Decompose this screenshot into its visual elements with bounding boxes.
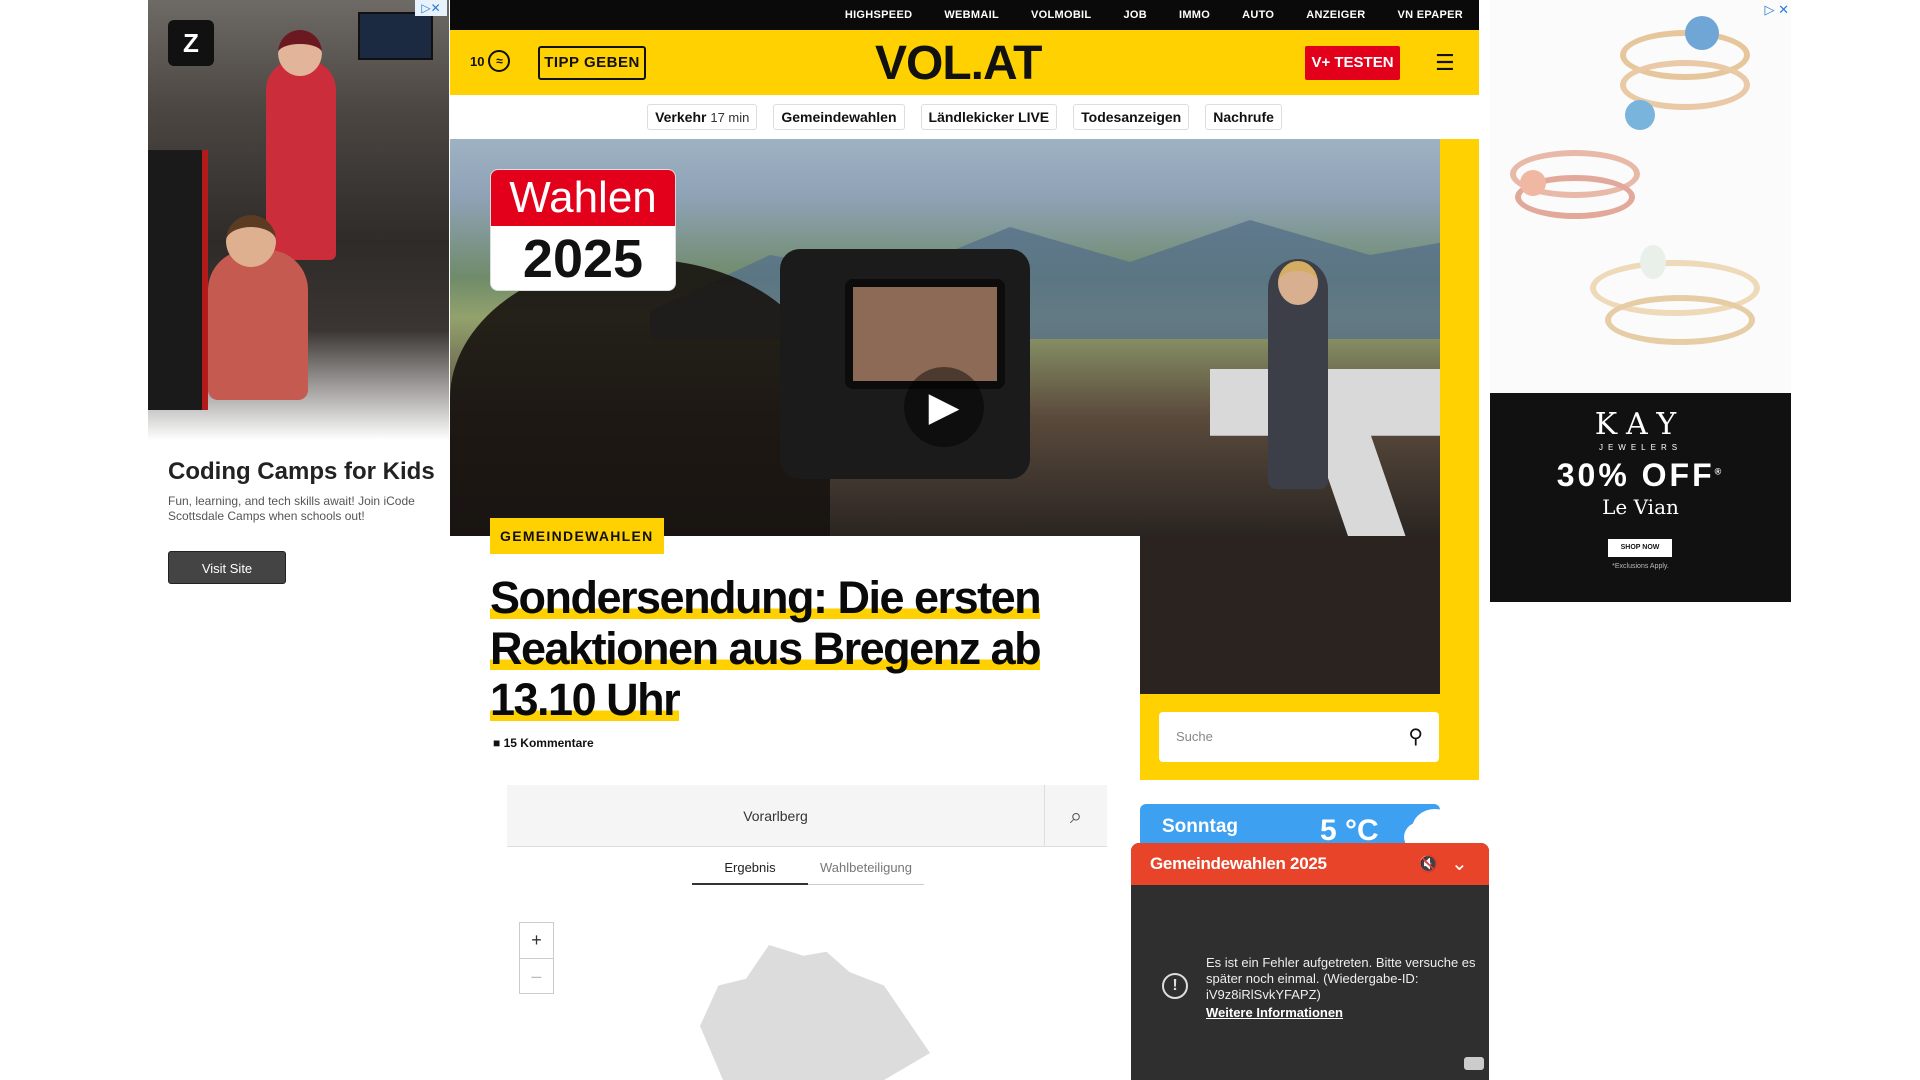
top-links-bar: HIGHSPEED WEBMAIL VOLMOBIL JOB IMMO AUTO… <box>450 0 1479 30</box>
error-message: Es ist ein Fehler aufgetreten. Bitte ver… <box>1206 955 1476 1002</box>
person-head-image <box>278 30 322 76</box>
search-icon[interactable]: ⚲ <box>1408 724 1423 749</box>
offer-text: 30% OFF® <box>1556 457 1725 493</box>
traffic-value: 17 min <box>710 110 750 125</box>
topbar-link-job[interactable]: JOB <box>1123 9 1147 21</box>
wahlen-2025-badge: Wahlen 2025 <box>490 169 676 291</box>
vplus-testen-button[interactable]: V+ TESTEN <box>1305 46 1400 80</box>
topbar-link-immo[interactable]: IMMO <box>1179 9 1210 21</box>
adchoices-icon[interactable]: ▷✕ <box>415 0 447 16</box>
ad-description: Fun, learning, and tech skills await! Jo… <box>168 494 415 523</box>
monitor-image <box>358 12 433 60</box>
nav-bar: Verkehr 17 min Gemeindewahlen Ländlekick… <box>450 95 1479 139</box>
comments-link[interactable]: ■ 15 Kommentare <box>493 736 594 750</box>
error-icon: ! <box>1162 973 1188 999</box>
nav-laendlekicker-live[interactable]: Ländlekicker LIVE <box>920 104 1058 130</box>
kid-image <box>208 250 308 400</box>
comments-count[interactable]: 15 Kommentare <box>504 736 594 750</box>
presenter-face-image <box>1278 261 1318 305</box>
tipp-geben-button[interactable]: TIPP GEBEN <box>538 46 646 80</box>
player-header: Gemeindewahlen 2025 🔇 ⌄ <box>1131 843 1489 885</box>
region-search[interactable]: Vorarlberg ⌕ <box>507 785 1107 847</box>
badge-top-text: Wahlen <box>491 170 675 226</box>
cameraman-image <box>450 259 830 536</box>
weather-widget[interactable]: 10 ≈ <box>470 50 511 72</box>
weather-day: Sonntag <box>1162 816 1238 837</box>
kay-panel[interactable]: KAY JEWELERS 30% OFF® Le Vian SHOP NOW *… <box>1490 393 1791 602</box>
map-zoom-controls: + – <box>519 922 554 994</box>
floating-video-player[interactable]: Gemeindewahlen 2025 🔇 ⌄ ! Es ist ein Feh… <box>1131 843 1489 1080</box>
icode-logo-icon: Z <box>168 20 214 66</box>
hero-video[interactable]: ▶ Wahlen 2025 <box>450 139 1440 536</box>
nav-nachrufe[interactable]: Nachrufe <box>1205 104 1282 130</box>
topbar-link-anzeiger[interactable]: ANZEIGER <box>1306 9 1365 21</box>
headline-text[interactable]: Sondersendung: Die ersten Reaktionen aus… <box>490 572 1042 725</box>
search-icon[interactable]: ⌕ <box>1044 785 1107 847</box>
topbar-link-webmail[interactable]: WEBMAIL <box>944 9 999 21</box>
tab-wahlbeteiligung[interactable]: Wahlbeteiligung <box>808 855 924 885</box>
rings-image[interactable] <box>1490 0 1791 393</box>
chair-image <box>148 150 208 410</box>
traffic-label: Verkehr <box>655 109 707 125</box>
zoom-in-button[interactable]: + <box>520 923 553 958</box>
sidebar-search[interactable]: Suche ⚲ <box>1159 712 1439 762</box>
chevron-down-icon[interactable]: ⌄ <box>1451 851 1468 876</box>
region-input[interactable]: Vorarlberg <box>507 785 1044 847</box>
visit-site-button[interactable]: Visit Site <box>168 551 286 584</box>
header-temperature: 10 <box>470 53 485 69</box>
mute-icon[interactable]: 🔇 <box>1418 854 1438 874</box>
search-input[interactable]: Suche <box>1176 729 1213 744</box>
player-title: Gemeindewahlen 2025 <box>1150 854 1327 873</box>
play-icon[interactable]: ▶ <box>904 367 984 447</box>
ad-photo[interactable] <box>148 0 449 440</box>
collection-name: Le Vian <box>1602 495 1679 519</box>
tab-ergebnis[interactable]: Ergebnis <box>692 855 808 885</box>
adchoices-icon[interactable]: ▷ ✕ <box>1764 2 1789 18</box>
topbar-link-volmobil[interactable]: VOLMOBIL <box>1031 9 1091 21</box>
brand-logo: KAY <box>1594 407 1687 442</box>
disclaimer-text: *Exclusions Apply. <box>1612 563 1669 570</box>
youtube-icon[interactable] <box>1464 1057 1484 1070</box>
main-header: 10 ≈ TIPP GEBEN VOL.AT V+ TESTEN ☰ <box>450 30 1479 95</box>
comment-icon: ■ <box>493 736 501 750</box>
left-ad[interactable]: Z ▷✕ Coding Camps for Kids Fun, learning… <box>148 0 449 598</box>
right-ad[interactable]: ▷ ✕ KAY JEWELERS 30% OFF® Le Vian SHOP N… <box>1490 0 1791 602</box>
site-logo[interactable]: VOL.AT <box>875 36 1042 91</box>
more-info-link[interactable]: Weitere Informationen <box>1206 1005 1343 1020</box>
nav-traffic[interactable]: Verkehr 17 min <box>647 104 758 130</box>
kid-head-image <box>226 215 276 267</box>
nav-todesanzeigen[interactable]: Todesanzeigen <box>1073 104 1190 130</box>
hero-continuation-image <box>1140 536 1440 694</box>
person-image <box>266 60 336 260</box>
result-tabs: Ergebnis Wahlbeteiligung <box>692 855 924 885</box>
brand-sub: JEWELERS <box>1598 443 1683 452</box>
menu-search-icon[interactable]: ☰ <box>1435 50 1455 76</box>
topbar-link-vn-epaper[interactable]: VN EPAPER <box>1398 9 1463 21</box>
shop-now-button[interactable]: SHOP NOW <box>1608 539 1672 557</box>
category-label[interactable]: GEMEINDEWAHLEN <box>490 518 664 554</box>
zoom-out-button[interactable]: – <box>520 958 553 993</box>
ad-title[interactable]: Coding Camps for Kids <box>168 458 435 486</box>
topbar-link-highspeed[interactable]: HIGHSPEED <box>845 9 913 21</box>
badge-bottom-text: 2025 <box>522 229 644 289</box>
nav-gemeindewahlen[interactable]: Gemeindewahlen <box>773 104 905 130</box>
article-headline[interactable]: Sondersendung: Die ersten Reaktionen aus… <box>490 572 1135 725</box>
topbar-link-auto[interactable]: AUTO <box>1242 9 1274 21</box>
weather-icon: ≈ <box>488 50 511 72</box>
